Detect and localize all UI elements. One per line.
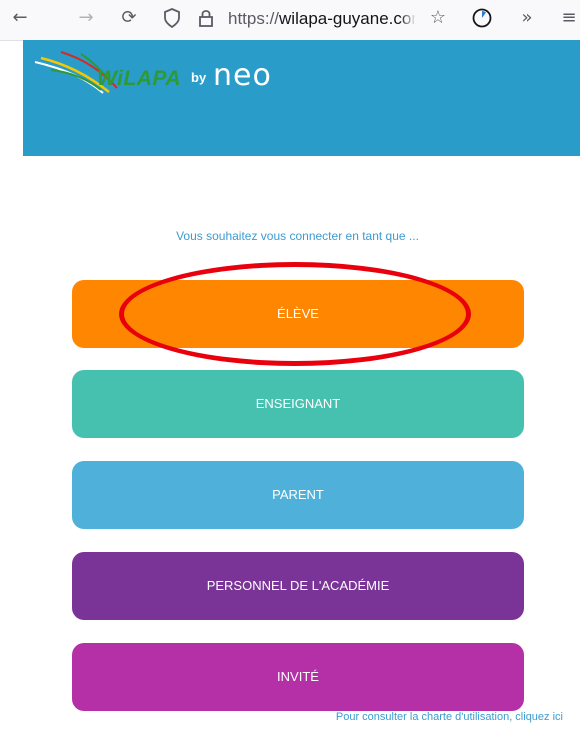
- role-button-eleve[interactable]: ÉLÈVE: [72, 280, 524, 348]
- role-button-invite[interactable]: INVITÉ: [72, 643, 524, 711]
- shield-icon[interactable]: [160, 6, 184, 30]
- role-button-enseignant[interactable]: ENSEIGNANT: [72, 370, 524, 438]
- browser-toolbar: ← → ⟳ https://wilapa-guyane.com/ ☆ » ≡: [0, 0, 580, 41]
- forward-icon[interactable]: →: [74, 6, 98, 30]
- overflow-icon[interactable]: »: [515, 6, 539, 30]
- charter-link[interactable]: Pour consulter la charte d'utilisation, …: [336, 711, 563, 723]
- site-header: WiLAPA by neo: [23, 40, 580, 156]
- reload-icon[interactable]: ⟳: [117, 6, 141, 30]
- url-fade: [400, 6, 416, 32]
- wilapa-neo-logo[interactable]: WiLAPA by neo: [31, 48, 281, 98]
- url-bar[interactable]: https://wilapa-guyane.com/: [228, 8, 416, 30]
- logo-neo-text: neo: [213, 58, 272, 93]
- lock-icon[interactable]: [194, 6, 218, 30]
- logo-by-text: by: [191, 70, 207, 85]
- role-button-personnel[interactable]: PERSONNEL DE L'ACADÉMIE: [72, 552, 524, 620]
- url-domain: wilapa-guyane.com/: [279, 9, 416, 28]
- login-prompt: Vous souhaitez vous connecter en tant qu…: [176, 229, 419, 243]
- url-prefix: https://: [228, 9, 280, 28]
- back-icon[interactable]: ←: [8, 6, 32, 30]
- menu-icon[interactable]: ≡: [558, 6, 580, 30]
- star-icon[interactable]: ☆: [426, 6, 450, 30]
- role-button-parent[interactable]: PARENT: [72, 461, 524, 529]
- logo-wilapa-text: WiLAPA: [97, 67, 182, 90]
- extension-timer-icon[interactable]: [470, 6, 494, 30]
